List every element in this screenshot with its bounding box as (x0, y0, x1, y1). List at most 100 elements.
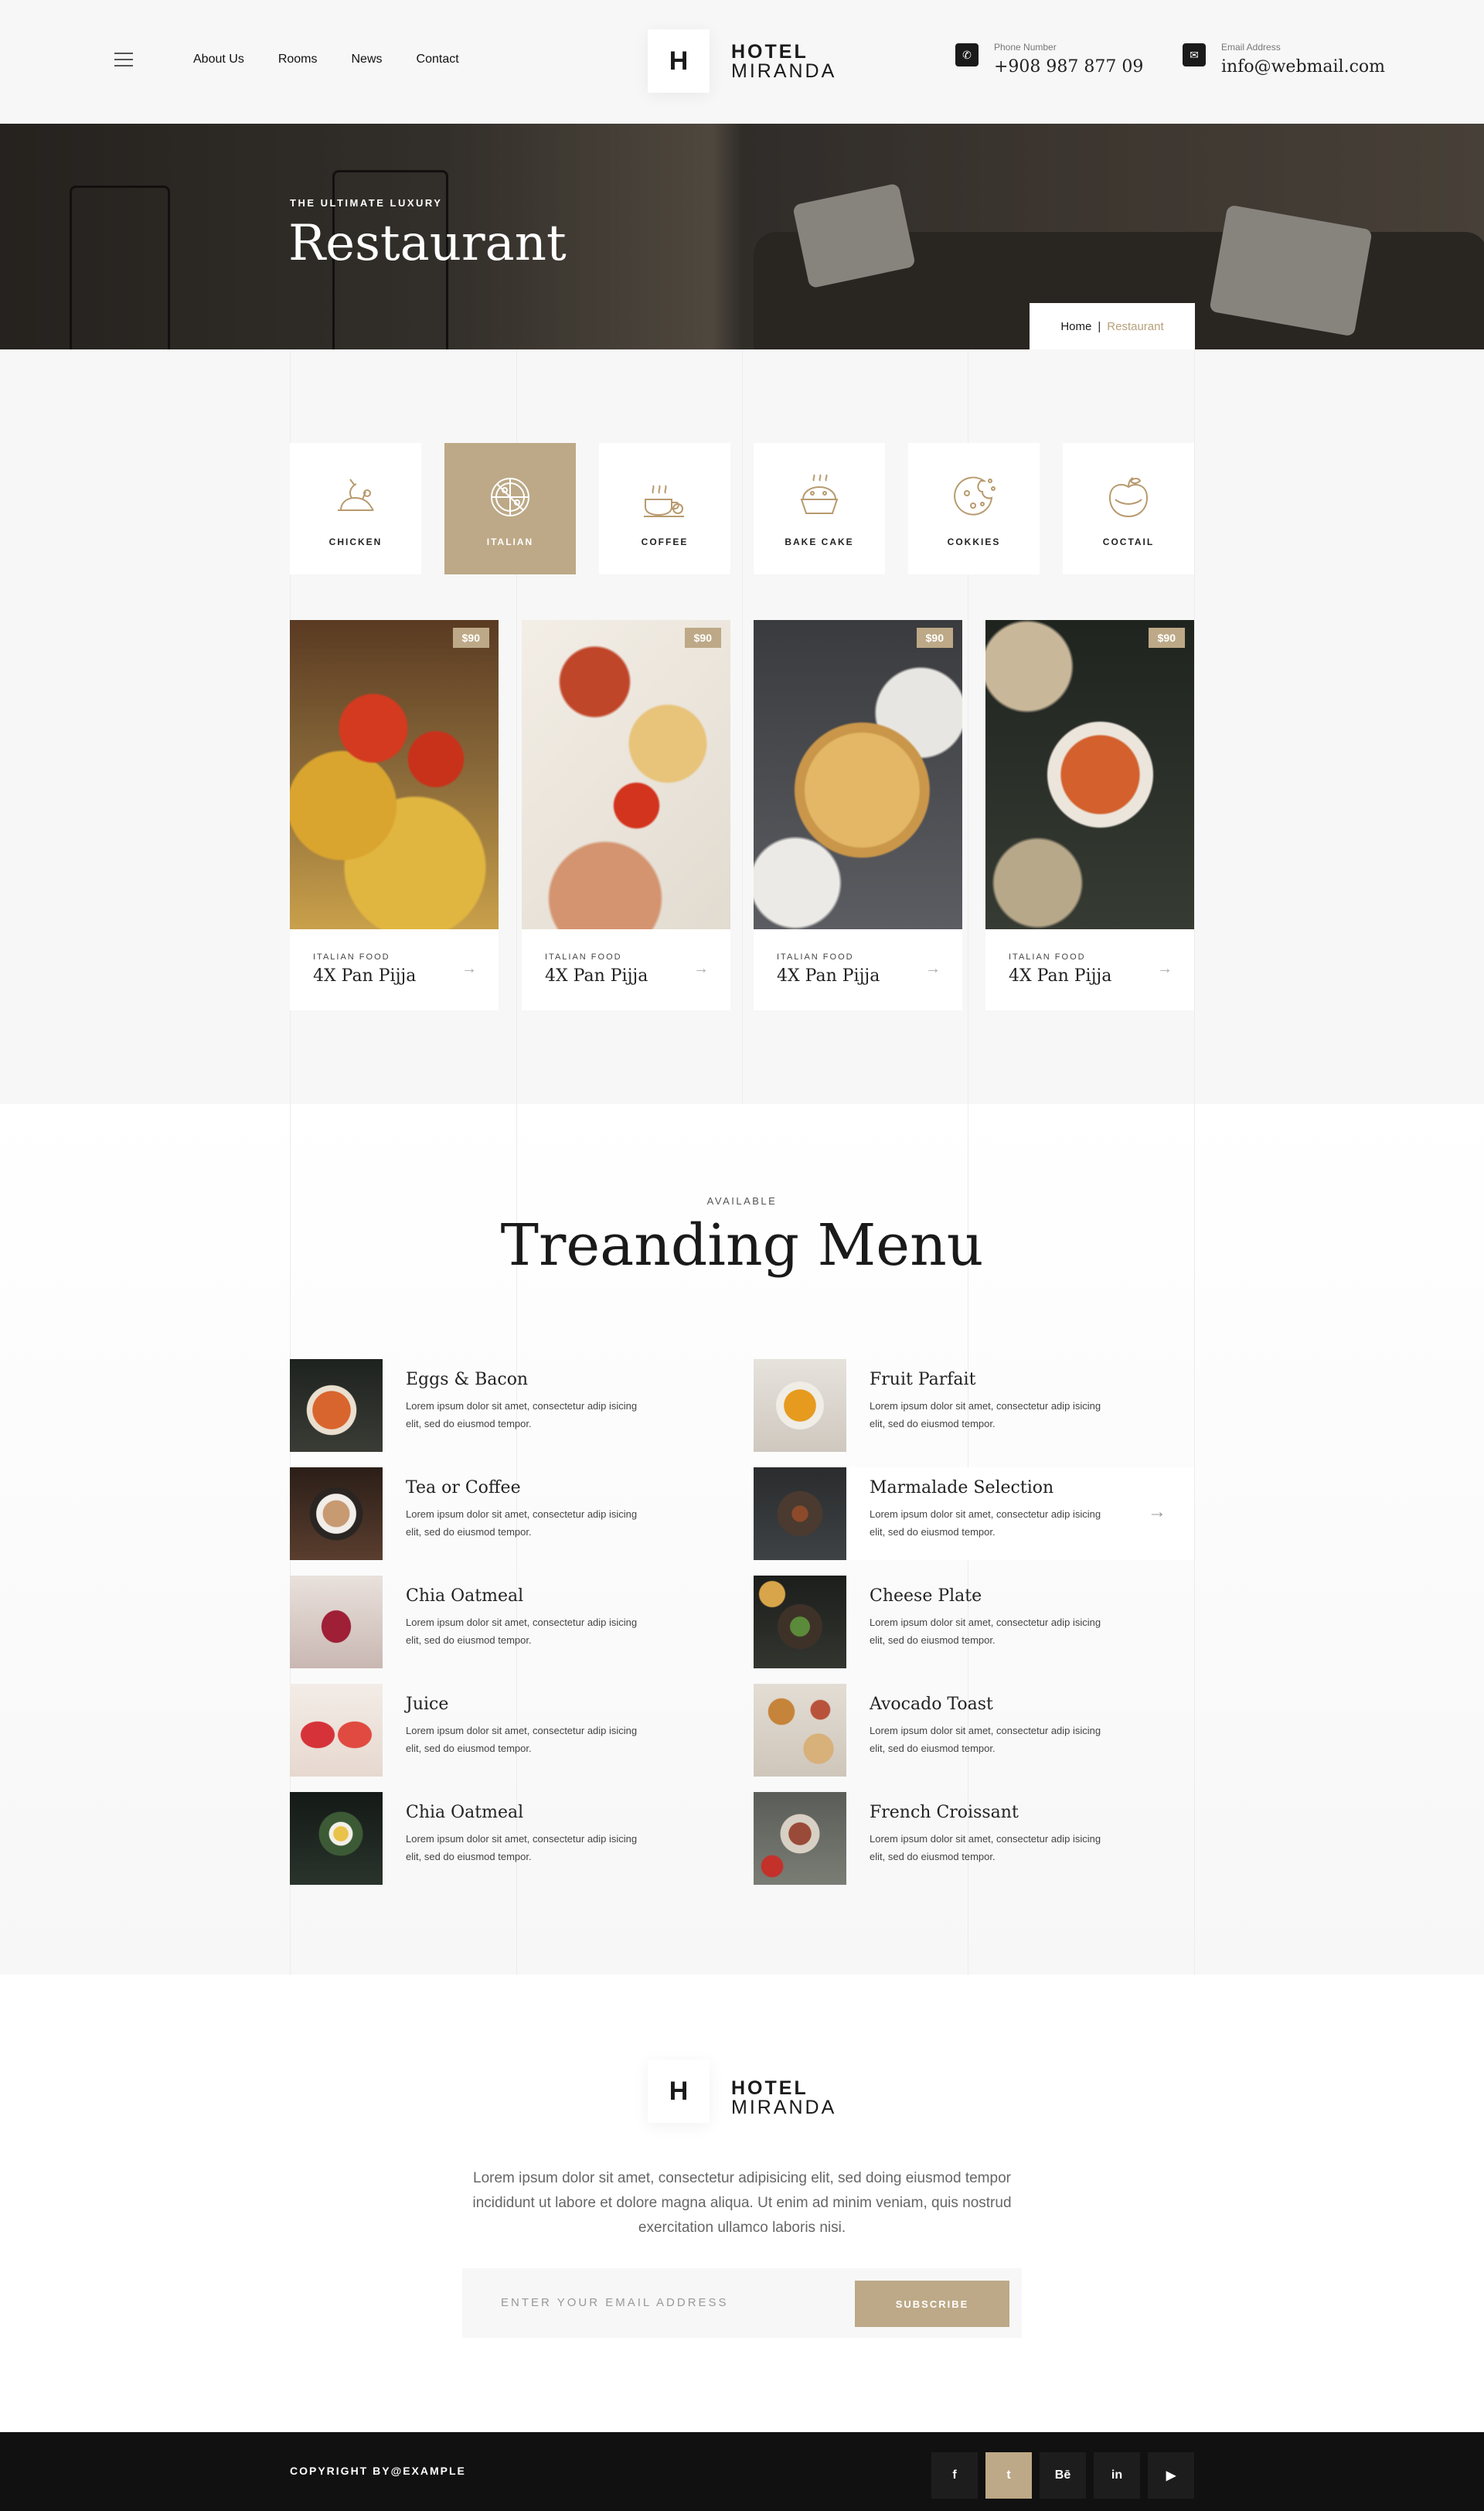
category-label: ITALIAN (486, 537, 534, 547)
menu-column-right: Fruit Parfait Lorem ipsum dolor sit amet,… (754, 1359, 1194, 1900)
restaurant-section: CHICKEN ITALIAN COFFEE BAKE CAKE COKKIES… (0, 349, 1484, 1104)
email-value[interactable]: info@webmail.com (1221, 57, 1385, 77)
hero-overlay (0, 124, 1484, 349)
menu-thumb (290, 1576, 383, 1668)
site-header: About Us Rooms News Contact H HOTEL MIRA… (0, 0, 1484, 124)
category-coctail[interactable]: COCTAIL (1063, 443, 1194, 574)
menu-item-name: Fruit Parfait (870, 1370, 976, 1389)
food-image: $90 (985, 620, 1194, 929)
footer-logo-mark[interactable]: H (648, 2060, 710, 2123)
arrow-right-icon[interactable]: → (1157, 960, 1173, 978)
footer-logo-text[interactable]: HOTEL MIRANDA (731, 2079, 836, 2117)
menu-item-desc: Lorem ipsum dolor sit amet, consectetur … (870, 1617, 1101, 1646)
menu-item-name: Chia Oatmeal (406, 1586, 524, 1606)
food-card[interactable]: $90 ITALIAN FOOD 4X Pan Pijja → (985, 620, 1194, 1010)
nav-about-us[interactable]: About Us (193, 53, 244, 66)
social-links: f t Bē in ▶ (931, 2452, 1194, 2499)
menu-item-name: French Croissant (870, 1803, 1019, 1822)
cake-icon (800, 474, 839, 514)
menu-thumb (754, 1576, 846, 1668)
phone-value[interactable]: +908 987 877 09 (994, 57, 1143, 77)
cookie-icon (954, 476, 996, 516)
logo-line2: MIRANDA (731, 60, 837, 82)
category-italian[interactable]: ITALIAN (444, 443, 576, 574)
logo-line1: HOTEL (731, 41, 808, 63)
menu-item-name: Avocado Toast (870, 1695, 993, 1714)
menu-item-desc: Lorem ipsum dolor sit amet, consectetur … (406, 1833, 638, 1862)
menu-item[interactable]: Cheese Plate Lorem ipsum dolor sit amet, … (754, 1576, 1194, 1668)
menu-item[interactable]: Chia Oatmeal Lorem ipsum dolor sit amet, … (290, 1792, 730, 1885)
arrow-right-icon[interactable]: → (1148, 1501, 1166, 1523)
menu-item[interactable]: French Croissant Lorem ipsum dolor sit am… (754, 1792, 1194, 1885)
food-tag: ITALIAN FOOD (1009, 952, 1086, 962)
breadcrumb-separator: | (1098, 319, 1101, 333)
section-subtitle: AVAILABLE (706, 1195, 778, 1207)
arrow-right-icon[interactable]: → (925, 960, 941, 978)
footer-paragraph: Lorem ipsum dolor sit amet, consectetur … (472, 2170, 1012, 2236)
mail-icon: ✉ (1183, 43, 1206, 66)
menu-thumb (754, 1467, 846, 1560)
trending-section: AVAILABLE Treanding Menu Eggs & Bacon Lor… (0, 1104, 1484, 1974)
subscribe-button[interactable]: SUBSCRIBE (855, 2281, 1009, 2327)
email-contact: ✉ Email Address info@webmail.com (1183, 42, 1385, 77)
price-badge: $90 (452, 628, 489, 648)
menu-item-desc: Lorem ipsum dolor sit amet, consectetur … (870, 1725, 1101, 1754)
menu-thumb (754, 1359, 846, 1452)
menu-item[interactable]: Tea or Coffee Lorem ipsum dolor sit amet,… (290, 1467, 730, 1560)
food-card[interactable]: $90 ITALIAN FOOD 4X Pan Pijja → (522, 620, 730, 1010)
nav-rooms[interactable]: Rooms (278, 53, 318, 66)
logo-text[interactable]: HOTEL MIRANDA (731, 43, 836, 81)
logo-mark[interactable]: H (648, 29, 710, 93)
menu-item-name: Chia Oatmeal (406, 1803, 524, 1822)
category-bake-cake[interactable]: BAKE CAKE (754, 443, 885, 574)
category-label: COFFEE (641, 537, 689, 547)
logo-line2: MIRANDA (731, 2097, 837, 2118)
facebook-icon[interactable]: f (931, 2452, 978, 2499)
newsletter-section: H HOTEL MIRANDA Lorem ipsum dolor sit am… (0, 1974, 1484, 2432)
behance-icon[interactable]: Bē (1040, 2452, 1086, 2499)
arrow-right-icon[interactable]: → (461, 960, 477, 978)
nav-news[interactable]: News (352, 53, 383, 66)
menu-item-name: Marmalade Selection (870, 1478, 1054, 1497)
phone-label: Phone Number (994, 42, 1057, 53)
hero-banner: THE ULTIMATE LUXURY Restaurant Home | Re… (0, 124, 1484, 349)
category-coffee[interactable]: COFFEE (599, 443, 730, 574)
category-cookies[interactable]: COKKIES (908, 443, 1040, 574)
menu-item[interactable]: Avocado Toast Lorem ipsum dolor sit amet,… (754, 1684, 1194, 1777)
breadcrumb: Home | Restaurant (1030, 303, 1195, 349)
apple-icon (1108, 477, 1149, 518)
menu-icon[interactable] (114, 53, 133, 71)
section-title: Treanding Menu (500, 1212, 984, 1279)
category-chicken[interactable]: CHICKEN (290, 443, 421, 574)
food-cards: $90 ITALIAN FOOD 4X Pan Pijja → $90 ITAL… (290, 620, 1194, 1010)
hero-title: Restaurant (288, 215, 567, 272)
menu-item[interactable]: Marmalade Selection Lorem ipsum dolor sit… (754, 1467, 1194, 1560)
subscribe-form: ENTER YOUR EMAIL ADDRESS SUBSCRIBE (462, 2268, 1022, 2338)
menu-item[interactable]: Eggs & Bacon Lorem ipsum dolor sit amet, … (290, 1359, 730, 1452)
menu-item[interactable]: Fruit Parfait Lorem ipsum dolor sit amet,… (754, 1359, 1194, 1452)
food-image: $90 (522, 620, 730, 929)
menu-item-name: Eggs & Bacon (406, 1370, 529, 1389)
menu-thumb (754, 1684, 846, 1777)
menu-item[interactable]: Juice Lorem ipsum dolor sit amet, consect… (290, 1684, 730, 1777)
phone-icon: ✆ (955, 43, 979, 66)
twitter-icon[interactable]: t (985, 2452, 1032, 2499)
menu-item-name: Juice (406, 1695, 449, 1714)
chicken-icon (338, 479, 374, 511)
logo-line1: HOTEL (731, 2077, 808, 2099)
email-input[interactable]: ENTER YOUR EMAIL ADDRESS (501, 2296, 729, 2309)
food-card[interactable]: $90 ITALIAN FOOD 4X Pan Pijja → (290, 620, 499, 1010)
food-tag: ITALIAN FOOD (545, 952, 622, 962)
youtube-icon[interactable]: ▶ (1148, 2452, 1194, 2499)
nav-contact[interactable]: Contact (417, 53, 459, 66)
breadcrumb-current: Restaurant (1107, 319, 1164, 333)
menu-thumb (754, 1792, 846, 1885)
menu-item-desc: Lorem ipsum dolor sit amet, consectetur … (406, 1725, 638, 1754)
arrow-right-icon[interactable]: → (693, 960, 709, 978)
category-label: COKKIES (947, 537, 1001, 547)
food-card[interactable]: $90 ITALIAN FOOD 4X Pan Pijja → (754, 620, 962, 1010)
breadcrumb-home[interactable]: Home (1060, 320, 1091, 333)
linkedin-icon[interactable]: in (1094, 2452, 1140, 2499)
menu-item[interactable]: Chia Oatmeal Lorem ipsum dolor sit amet, … (290, 1576, 730, 1668)
food-tag: ITALIAN FOOD (777, 952, 854, 962)
